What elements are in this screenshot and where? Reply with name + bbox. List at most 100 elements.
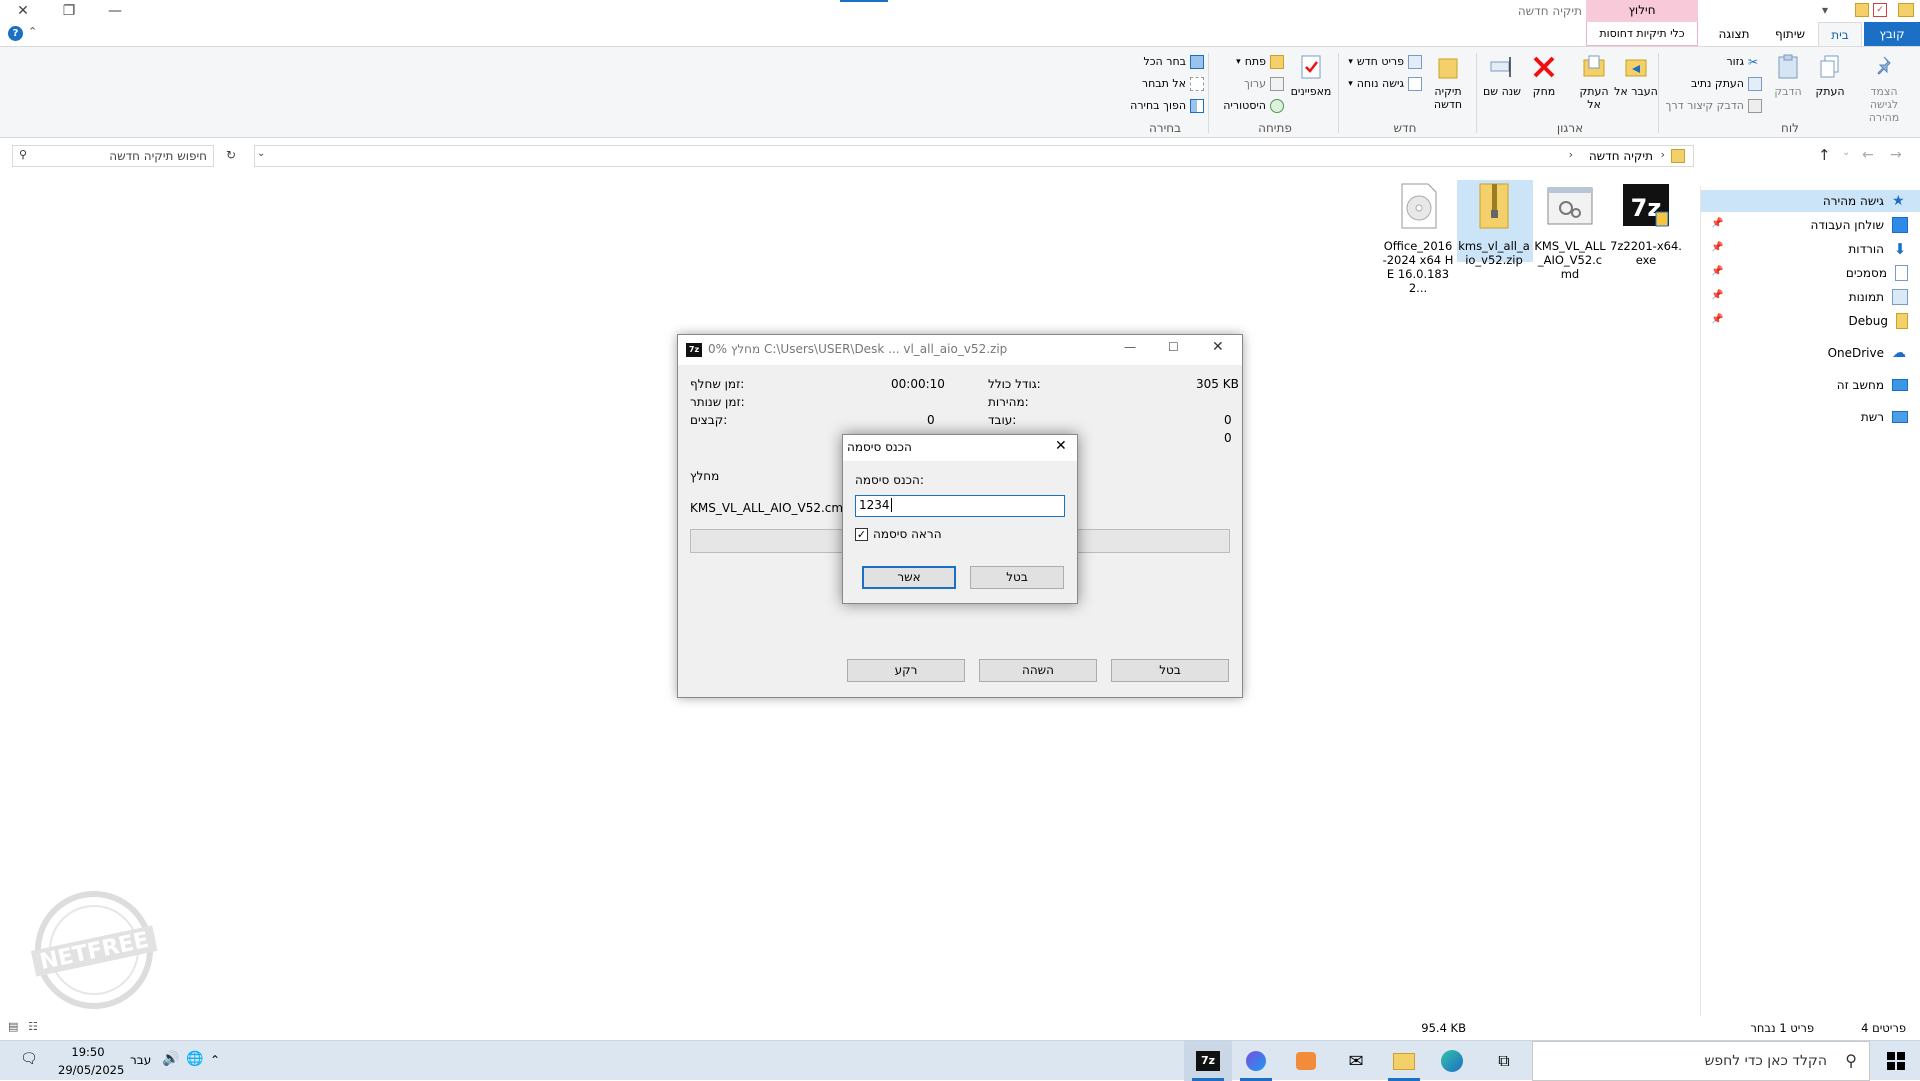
tab-view[interactable]: תצוגה	[1706, 22, 1762, 46]
edit-button[interactable]: ערוך	[1220, 75, 1284, 93]
pin-icon[interactable]: 📌	[1711, 314, 1723, 325]
nav-desktop[interactable]: שולחן העבודה	[1811, 214, 1908, 236]
nav-pictures[interactable]: תמונות	[1849, 286, 1908, 308]
pin-icon[interactable]: 📌	[1711, 218, 1723, 229]
breadcrumb-path[interactable]: תיקיה חדשה	[1589, 149, 1653, 163]
help-icon[interactable]: ?	[8, 26, 23, 41]
select-all-button[interactable]: בחר הכל	[1120, 53, 1204, 71]
address-bar[interactable]: › תיקיה חדשה › ⌄	[254, 145, 1694, 167]
select-none-button[interactable]: אל תבחר	[1120, 75, 1204, 93]
taskbar-7zip[interactable]: 7z	[1184, 1041, 1232, 1081]
network-globe-icon[interactable]: 🌐	[186, 1051, 203, 1067]
new-item-button[interactable]: פריט חדש ▾	[1342, 53, 1422, 71]
maximize-window-button[interactable]: ❐	[46, 0, 92, 22]
file-name: kms_vl_all_aio_v52.zip	[1458, 239, 1530, 267]
cancel-extract-button[interactable]: בטל	[1111, 659, 1229, 682]
rename-button[interactable]: שנה שם	[1480, 53, 1524, 98]
taskbar-file-explorer[interactable]	[1380, 1041, 1428, 1081]
paste-button[interactable]: הדבק	[1766, 53, 1810, 98]
ok-button[interactable]: אשר	[862, 566, 956, 589]
qat-folder-icon[interactable]	[1855, 3, 1869, 17]
invert-selection-button[interactable]: הפוך בחירה	[1120, 97, 1204, 115]
start-button[interactable]	[1872, 1041, 1920, 1081]
file-explorer-icon	[1393, 1052, 1415, 1070]
tab-file[interactable]: קובץ	[1864, 22, 1920, 46]
nav-debug[interactable]: Debug	[1849, 310, 1908, 332]
delete-button[interactable]: מחק	[1522, 53, 1566, 98]
file-item[interactable]: 7z 7z2201-x64.exe	[1610, 182, 1682, 267]
copy-button[interactable]: העתק	[1808, 53, 1852, 98]
nav-onedrive[interactable]: ☁ OneDrive	[1828, 342, 1908, 364]
nav-this-pc-label: מחשב זה	[1836, 378, 1884, 392]
minimize-window-button[interactable]: —	[92, 0, 138, 22]
taskbar-search-box[interactable]: ⚲ הקלד כאן כדי לחפש	[1532, 1041, 1870, 1081]
pin-icon[interactable]: 📌	[1711, 266, 1723, 277]
nav-downloads[interactable]: ⬇ הורדות	[1848, 238, 1908, 260]
history-button[interactable]: היסטוריה	[1210, 97, 1284, 115]
group-label-clipboard: לוח	[1781, 121, 1799, 135]
collapse-ribbon-icon[interactable]: ⌃	[28, 25, 37, 38]
qat-properties-icon[interactable]: ✓	[1873, 3, 1887, 17]
task-view-button[interactable]: ⧉	[1480, 1041, 1528, 1081]
move-to-button[interactable]: העבר אל	[1614, 53, 1658, 98]
file-item[interactable]: Office_2016-2024 x64 HE 16.0.1832...	[1382, 182, 1454, 295]
nav-quick-access[interactable]: ★ גישה מהירה	[1823, 190, 1908, 212]
properties-button[interactable]: מאפיינים	[1286, 53, 1336, 98]
taskbar-media-player[interactable]	[1282, 1041, 1330, 1081]
open-button[interactable]: פתח ▾	[1220, 53, 1284, 71]
recent-locations-icon[interactable]: ⌄	[1842, 147, 1850, 158]
close-window-button[interactable]: ✕	[0, 0, 46, 22]
details-view-icon[interactable]: ▤	[8, 1020, 18, 1033]
maximize-dialog-button[interactable]: ☐	[1168, 340, 1179, 354]
mail-icon: ✉	[1348, 1050, 1364, 1072]
show-password-checkbox[interactable]: ✓	[855, 528, 868, 541]
easy-access-button[interactable]: גישה נוחה ▾	[1342, 75, 1422, 93]
refresh-icon[interactable]: ↻	[226, 148, 236, 162]
large-icons-view-icon[interactable]: ☷	[28, 1020, 38, 1033]
paste-shortcut-button[interactable]: הדבק קיצור דרך	[1660, 97, 1762, 115]
7zip-app-icon: 7z	[1623, 184, 1669, 227]
file-item-selected[interactable]: kms_vl_all_aio_v52.zip	[1458, 182, 1530, 267]
qat-dropdown-icon[interactable]: ▾	[1822, 3, 1834, 17]
nav-this-pc[interactable]: מחשב זה	[1837, 374, 1908, 396]
tab-home[interactable]: בית	[1818, 22, 1862, 46]
easy-access-label: גישה נוחה	[1356, 77, 1404, 90]
current-file: KMS_VL_ALL_AIO_V52.cmd	[690, 501, 851, 515]
copy-to-button[interactable]: העתק אל	[1572, 53, 1616, 111]
navigation-pane: ★ גישה מהירה שולחן העבודה 📌 ⬇ הורדות 📌 מ…	[1700, 186, 1920, 1016]
file-item[interactable]: KMS_VL_ALL_AIO_V52.cmd	[1534, 182, 1606, 281]
taskbar-copilot[interactable]	[1232, 1041, 1280, 1081]
nav-documents[interactable]: מסמכים	[1846, 262, 1908, 284]
pause-button[interactable]: השהה	[979, 659, 1097, 682]
up-arrow-icon[interactable]: ↑	[1818, 146, 1831, 164]
pin-icon[interactable]: 📌	[1711, 242, 1723, 253]
cut-button[interactable]: ✂ גזור	[1680, 53, 1762, 71]
ribbon-separator	[1476, 53, 1477, 133]
password-input[interactable]: 1234	[855, 495, 1065, 517]
show-hidden-icons-icon[interactable]: ⌃	[210, 1053, 220, 1067]
clock[interactable]: 19:50 29/05/2025	[58, 1043, 124, 1079]
background-button[interactable]: רקע	[847, 659, 965, 682]
forward-arrow-icon[interactable]: ←	[1862, 147, 1874, 163]
pin-icon[interactable]: 📌	[1711, 290, 1723, 301]
volume-icon[interactable]: 🔊	[162, 1051, 179, 1067]
new-folder-button[interactable]: תיקיה חדשה	[1426, 53, 1470, 111]
status-bar: ▤ ☷ 4 פריטים פריט 1 נבחר 95.4 KB	[0, 1018, 1920, 1038]
close-password-dialog-button[interactable]: ✕	[1055, 438, 1067, 454]
taskbar-mail[interactable]: ✉	[1332, 1041, 1380, 1081]
select-all-icon	[1190, 55, 1204, 69]
address-dropdown-icon[interactable]: ⌄	[257, 148, 265, 159]
tab-share[interactable]: שיתוף	[1768, 22, 1812, 46]
tab-compressed-tools[interactable]: כלי תיקיות דחוסות	[1586, 22, 1698, 46]
cancel-password-button[interactable]: בטל	[970, 566, 1064, 589]
back-arrow-icon[interactable]: →	[1890, 147, 1902, 163]
pin-quick-access-button[interactable]: הצמד לגישה מהירה	[1856, 53, 1912, 124]
notifications-icon[interactable]: 🗨	[20, 1051, 38, 1067]
nav-network[interactable]: רשת	[1861, 406, 1908, 428]
taskbar-edge[interactable]	[1428, 1041, 1476, 1081]
copy-path-button[interactable]: העתק נתיב	[1660, 75, 1762, 93]
search-input[interactable]: חיפוש תיקיה חדשה ⚲	[12, 145, 214, 167]
minimize-dialog-button[interactable]: —	[1124, 340, 1136, 354]
close-dialog-button[interactable]: ✕	[1212, 339, 1224, 355]
language-indicator[interactable]: עבר	[130, 1053, 151, 1067]
